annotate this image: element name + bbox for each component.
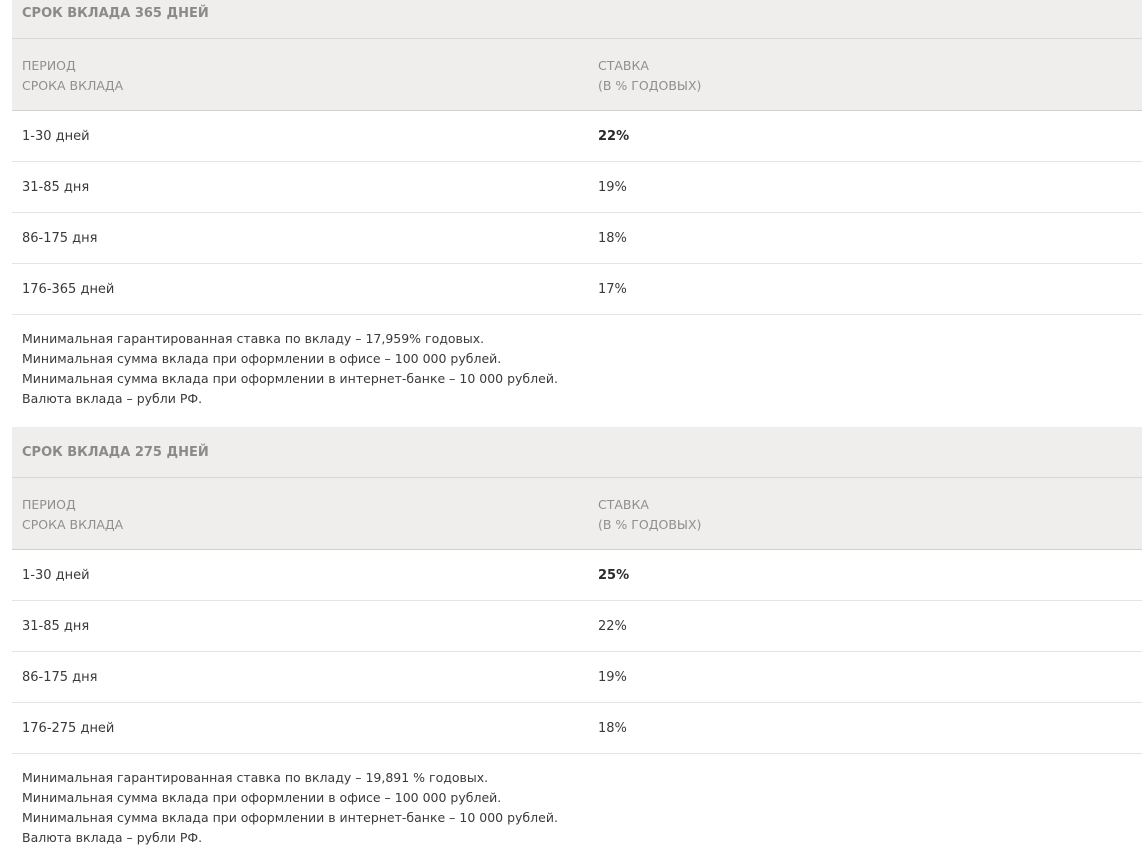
period-cell: 1-30 дней: [22, 567, 90, 583]
period-cell: 86-175 дня: [22, 230, 98, 246]
rate-cell: 22%: [598, 128, 630, 144]
table-row: 86-175 дня 18%: [12, 213, 1142, 264]
table-row: 1-30 дней 25%: [12, 550, 1142, 601]
rate-cell: 25%: [598, 567, 630, 583]
table-row: 176-275 дней 18%: [12, 703, 1142, 754]
period-header-line2: СРОКА ВКЛАДА: [22, 517, 124, 532]
rate-cell: 19%: [598, 669, 627, 685]
deposit-rates-page: СРОК ВКЛАДА 365 ДНЕЙ ПЕРИОД СРОКА ВКЛАДА…: [0, 0, 1146, 848]
rate-header-line2: (В % ГОДОВЫХ): [598, 78, 702, 93]
rate-cell: 18%: [598, 230, 627, 246]
rate-cell: 17%: [598, 281, 627, 297]
rate-header-line1: СТАВКА: [598, 58, 649, 73]
rate-column-header: СТАВКА (В % ГОДОВЫХ): [588, 495, 1142, 549]
period-cell: 31-85 дня: [22, 618, 90, 634]
note-line: Минимальная сумма вклада при оформлении …: [22, 810, 558, 825]
note-line: Минимальная сумма вклада при оформлении …: [22, 351, 502, 366]
table-row: 86-175 дня 19%: [12, 652, 1142, 703]
deposit-section-275: СРОК ВКЛАДА 275 ДНЕЙ ПЕРИОД СРОКА ВКЛАДА…: [12, 427, 1142, 848]
table-header: ПЕРИОД СРОКА ВКЛАДА СТАВКА (В % ГОДОВЫХ): [12, 39, 1142, 111]
rate-header-line1: СТАВКА: [598, 497, 649, 512]
rate-cell: 19%: [598, 179, 627, 195]
rate-column-header: СТАВКА (В % ГОДОВЫХ): [588, 56, 1142, 110]
period-header-line1: ПЕРИОД: [22, 58, 76, 73]
note-line: Валюта вклада – рубли РФ.: [22, 830, 203, 845]
table-row: 31-85 дня 22%: [12, 601, 1142, 652]
rate-cell: 22%: [598, 618, 627, 634]
table-row: 1-30 дней 22%: [12, 111, 1142, 162]
period-cell: 31-85 дня: [22, 179, 90, 195]
deposit-section-365: СРОК ВКЛАДА 365 ДНЕЙ ПЕРИОД СРОКА ВКЛАДА…: [12, 0, 1142, 427]
deposit-notes: Минимальная гарантированная ставка по вк…: [12, 315, 1142, 427]
note-line: Валюта вклада – рубли РФ.: [22, 391, 203, 406]
period-header-line2: СРОКА ВКЛАДА: [22, 78, 124, 93]
period-cell: 176-275 дней: [22, 720, 115, 736]
section-title: СРОК ВКЛАДА 365 ДНЕЙ: [12, 0, 1142, 39]
deposit-notes: Минимальная гарантированная ставка по вк…: [12, 754, 1142, 848]
table-header: ПЕРИОД СРОКА ВКЛАДА СТАВКА (В % ГОДОВЫХ): [12, 478, 1142, 550]
period-cell: 86-175 дня: [22, 669, 98, 685]
period-cell: 1-30 дней: [22, 128, 90, 144]
note-line: Минимальная сумма вклада при оформлении …: [22, 371, 558, 386]
rate-header-line2: (В % ГОДОВЫХ): [598, 517, 702, 532]
period-column-header: ПЕРИОД СРОКА ВКЛАДА: [12, 495, 588, 549]
table-row: 31-85 дня 19%: [12, 162, 1142, 213]
table-row: 176-365 дней 17%: [12, 264, 1142, 315]
section-title: СРОК ВКЛАДА 275 ДНЕЙ: [12, 427, 1142, 478]
period-column-header: ПЕРИОД СРОКА ВКЛАДА: [12, 56, 588, 110]
rate-cell: 18%: [598, 720, 627, 736]
period-header-line1: ПЕРИОД: [22, 497, 76, 512]
note-line: Минимальная сумма вклада при оформлении …: [22, 790, 502, 805]
note-line: Минимальная гарантированная ставка по вк…: [22, 770, 489, 785]
period-cell: 176-365 дней: [22, 281, 115, 297]
note-line: Минимальная гарантированная ставка по вк…: [22, 331, 485, 346]
